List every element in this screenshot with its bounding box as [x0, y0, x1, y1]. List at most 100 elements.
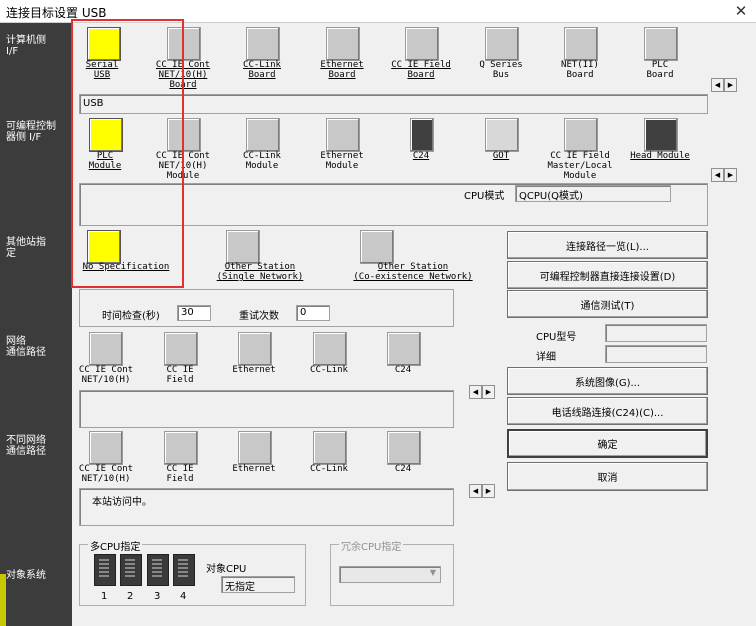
- plc-item-label-5[interactable]: GOT: [470, 151, 532, 161]
- cpu-number-3: 3: [154, 591, 161, 602]
- target-cpu-label: 对象CPU: [206, 564, 247, 575]
- cpu-type-field: [605, 324, 707, 342]
- got-icon[interactable]: [485, 118, 519, 152]
- diff-route-label-1[interactable]: CC IE Field: [150, 464, 210, 484]
- diff-route-ethernet-icon[interactable]: [238, 431, 272, 465]
- highlight-box: [71, 19, 184, 288]
- route-cc-ie-field-icon[interactable]: [164, 332, 198, 366]
- cpu-2-icon[interactable]: [120, 554, 142, 586]
- c24-icon[interactable]: [410, 118, 434, 152]
- route-cc-link-icon[interactable]: [313, 332, 347, 366]
- cc-ie-field-master-icon[interactable]: [564, 118, 598, 152]
- close-icon[interactable]: ✕: [726, 0, 756, 22]
- cpu-3-icon[interactable]: [147, 554, 169, 586]
- status-field: 本站访问中。: [79, 488, 454, 526]
- route-label-2[interactable]: Ethernet: [224, 365, 284, 375]
- sidebar-accent: [0, 574, 6, 626]
- left-sidebar: 计算机侧 I/F 可编程控制 器侧 I/F 其他站指 定 网络 通信路径 不同网…: [0, 23, 72, 626]
- cancel-button[interactable]: 取消: [507, 462, 708, 491]
- cpu-type-label: CPU型号: [536, 332, 577, 343]
- pc-item-label-5[interactable]: Q Series Bus: [470, 60, 532, 80]
- route-scroll-right-icon[interactable]: ▶: [482, 385, 495, 399]
- redundant-cpu-title: 冗余CPU指定: [339, 538, 404, 553]
- sidebar-label-diff-network-route: 不同网络 通信路径: [6, 435, 46, 457]
- plc-board-icon[interactable]: [644, 27, 678, 61]
- route-label-1[interactable]: CC IE Field: [150, 365, 210, 385]
- cc-link-board-icon[interactable]: [246, 27, 280, 61]
- ethernet-board-icon[interactable]: [326, 27, 360, 61]
- redundant-cpu-select[interactable]: ▼: [339, 566, 441, 583]
- cpu-1-icon[interactable]: [94, 554, 116, 586]
- diff-route-label-4[interactable]: C24: [373, 464, 433, 474]
- diff-route-label-2[interactable]: Ethernet: [224, 464, 284, 474]
- target-cpu-value: 无指定: [225, 582, 255, 593]
- ok-button[interactable]: 确定: [507, 429, 708, 458]
- status-text: 本站访问中。: [92, 497, 152, 508]
- plc-scroll-right-icon[interactable]: ▶: [724, 168, 737, 182]
- plc-item-label-7[interactable]: Head Module: [622, 151, 698, 161]
- pc-item-label-6[interactable]: NET(II) Board: [549, 60, 611, 80]
- retry-input[interactable]: 0: [296, 305, 330, 321]
- diff-route-scroll-left-icon[interactable]: ◀: [469, 484, 482, 498]
- retry-label: 重试次数: [239, 311, 279, 322]
- route-c24-icon[interactable]: [387, 332, 421, 366]
- head-module-icon[interactable]: [644, 118, 678, 152]
- diff-route-c24-icon[interactable]: [387, 431, 421, 465]
- pc-item-label-7[interactable]: PLC Board: [629, 60, 691, 80]
- detail-label: 详细: [536, 352, 556, 363]
- plc-item-label-6[interactable]: CC IE Field Master/Local Module: [540, 151, 620, 181]
- diff-route-scroll-right-icon[interactable]: ▶: [482, 484, 495, 498]
- q-series-bus-icon[interactable]: [485, 27, 519, 61]
- pc-item-label-3[interactable]: Ethernet Board: [312, 60, 372, 80]
- system-image-button[interactable]: 系统图像(G)...: [507, 367, 708, 395]
- phone-connect-button[interactable]: 电话线路连接(C24)(C)...: [507, 397, 708, 425]
- cpu-4-icon[interactable]: [173, 554, 195, 586]
- pc-scroll-right-icon[interactable]: ▶: [724, 78, 737, 92]
- target-cpu-field: 无指定: [221, 576, 295, 593]
- time-check-input[interactable]: 30: [177, 305, 211, 321]
- diff-route-cc-ie-cont-icon[interactable]: [89, 431, 123, 465]
- retry-value: 0: [300, 307, 307, 318]
- comm-test-button[interactable]: 通信测试(T): [507, 290, 708, 318]
- cpu-mode-value: QCPU(Q模式): [519, 191, 583, 202]
- sidebar-label-pc-if: 计算机侧 I/F: [6, 35, 46, 57]
- route-label-4[interactable]: C24: [373, 365, 433, 375]
- diff-route-cc-link-icon[interactable]: [313, 431, 347, 465]
- plc-item-label-2[interactable]: CC-Link Module: [232, 151, 292, 171]
- sidebar-label-target-system: 对象系统: [6, 570, 46, 581]
- sidebar-label-other-station: 其他站指 定: [6, 237, 46, 259]
- route-label-0[interactable]: CC IE Cont NET/10(H): [76, 365, 136, 385]
- pc-item-label-4[interactable]: CC IE Field Board: [384, 60, 458, 80]
- ethernet-module-icon[interactable]: [326, 118, 360, 152]
- detail-field: [605, 345, 707, 363]
- time-check-label: 时间检查(秒): [102, 311, 160, 322]
- chevron-down-icon[interactable]: ▼: [427, 568, 439, 581]
- other-station-label-2[interactable]: Other Station (Co-existence Network): [342, 262, 484, 282]
- plc-scroll-left-icon[interactable]: ◀: [711, 168, 724, 182]
- route-scroll-left-icon[interactable]: ◀: [469, 385, 482, 399]
- pc-scroll-left-icon[interactable]: ◀: [711, 78, 724, 92]
- cc-link-module-icon[interactable]: [246, 118, 280, 152]
- cpu-number-4: 4: [180, 591, 187, 602]
- route-cc-ie-cont-icon[interactable]: [89, 332, 123, 366]
- cc-ie-field-board-icon[interactable]: [405, 27, 439, 61]
- diff-route-cc-ie-field-icon[interactable]: [164, 431, 198, 465]
- cpu-mode-field: QCPU(Q模式): [515, 185, 671, 202]
- direct-connect-button[interactable]: 可编程控制器直接连接设置(D): [507, 261, 708, 289]
- multi-cpu-title: 多CPU指定: [88, 538, 143, 553]
- other-station-label-1[interactable]: Other Station (Single Network): [206, 262, 314, 282]
- sidebar-label-plc-if: 可编程控制 器侧 I/F: [6, 121, 56, 143]
- diff-route-label-3[interactable]: CC-Link: [299, 464, 359, 474]
- diff-route-label-0[interactable]: CC IE Cont NET/10(H): [76, 464, 136, 484]
- plc-item-label-3[interactable]: Ethernet Module: [312, 151, 372, 171]
- pc-item-label-2[interactable]: CC-Link Board: [232, 60, 292, 80]
- route-ethernet-icon[interactable]: [238, 332, 272, 366]
- route-label-3[interactable]: CC-Link: [299, 365, 359, 375]
- plc-item-label-4[interactable]: C24: [398, 151, 444, 161]
- other-station-coexist-icon[interactable]: [360, 230, 394, 264]
- cpu-mode-label: CPU模式: [464, 191, 505, 202]
- route-list-button[interactable]: 连接路径一览(L)...: [507, 231, 708, 259]
- net-ii-board-icon[interactable]: [564, 27, 598, 61]
- cpu-number-2: 2: [127, 591, 134, 602]
- other-station-single-icon[interactable]: [226, 230, 260, 264]
